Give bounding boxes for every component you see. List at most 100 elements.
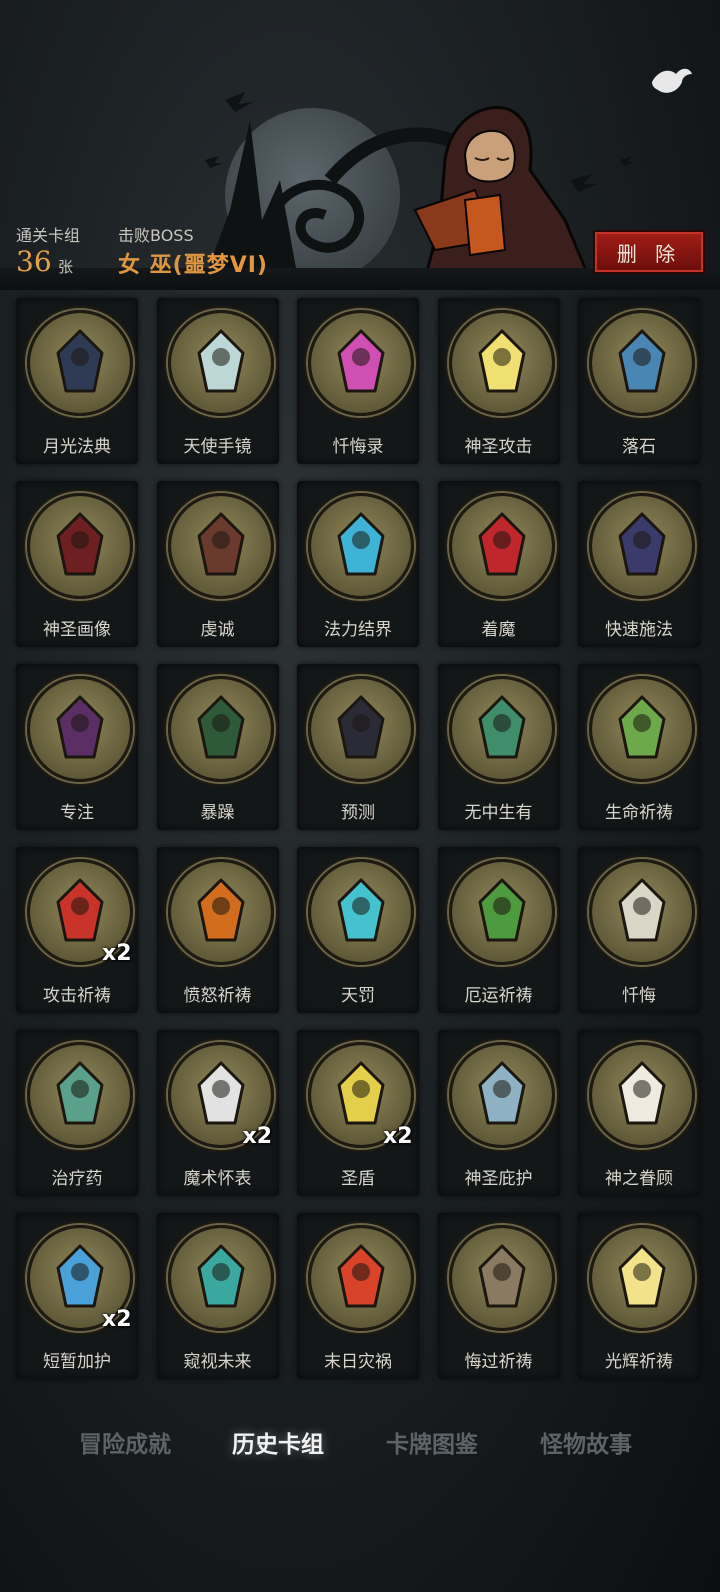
card-art-icon	[308, 859, 414, 965]
card-tile[interactable]: 末日灾祸	[297, 1213, 419, 1379]
card-name: 天使手镜	[183, 437, 252, 457]
card-name: 忏悔	[622, 986, 656, 1006]
card-tile[interactable]: 法力结界	[297, 481, 419, 647]
card-art-icon	[589, 1042, 695, 1148]
card-name: 法力结界	[324, 620, 392, 640]
cleared-deck-label: 通关卡组	[16, 226, 81, 245]
card-art-icon	[27, 1042, 133, 1148]
boss-name: 女 巫(噩梦VI)	[118, 253, 268, 278]
card-art-icon	[167, 859, 274, 965]
card-tile[interactable]: 落石	[578, 298, 700, 464]
card-name: 生命祈祷	[605, 803, 673, 823]
card-tile[interactable]: 生命祈祷	[578, 664, 700, 830]
card-name: 光辉祈祷	[605, 1352, 673, 1372]
card-art-icon	[589, 859, 695, 965]
card-tile[interactable]: 神之眷顾	[578, 1030, 700, 1196]
card-multiplier-badge: x2	[102, 941, 132, 966]
card-tile[interactable]: 窥视未来	[156, 1213, 279, 1379]
card-name: 无中生有	[464, 803, 533, 823]
card-tile[interactable]: 光辉祈祷	[578, 1213, 700, 1379]
card-art-icon	[167, 493, 274, 599]
card-name: 愤怒祈祷	[183, 986, 252, 1006]
card-name: 落石	[622, 437, 656, 457]
card-tile[interactable]: 神圣画像	[16, 481, 138, 647]
tab-adventure-achievements[interactable]: 冒险成就	[55, 1425, 195, 1459]
card-art-icon	[448, 493, 555, 599]
card-name: 圣盾	[341, 1169, 375, 1189]
card-tile[interactable]: 神圣庇护	[437, 1030, 560, 1196]
card-art-icon	[589, 1225, 695, 1331]
card-tile[interactable]: 忏悔录	[297, 298, 419, 464]
card-art-icon	[167, 1225, 274, 1331]
witch-boss-portrait	[413, 105, 593, 282]
card-name: 快速施法	[605, 620, 673, 640]
card-tile[interactable]: 月光法典	[16, 298, 138, 464]
dove-icon[interactable]	[648, 60, 694, 100]
tab-card-codex[interactable]: 卡牌图鉴	[362, 1425, 502, 1459]
card-tile[interactable]: 愤怒祈祷	[156, 847, 279, 1013]
card-name: 着魔	[481, 620, 516, 640]
card-name: 窥视未来	[183, 1352, 252, 1372]
card-art-icon	[167, 310, 274, 416]
card-art-icon	[448, 676, 555, 782]
card-name: 短暂加护	[43, 1352, 111, 1372]
card-tile[interactable]: 无中生有	[437, 664, 560, 830]
tab-history-deck[interactable]: 历史卡组	[208, 1425, 348, 1459]
card-art-icon	[448, 859, 555, 965]
header-banner: 通关卡组 36 张 击败BOSS 女 巫(噩梦VI) 删 除	[0, 0, 720, 290]
card-tile[interactable]: 天使手镜	[156, 298, 279, 464]
card-art-icon	[448, 1225, 555, 1331]
delete-button[interactable]: 删 除	[595, 232, 703, 272]
bottom-tab-bar: 冒险成就 历史卡组 卡牌图鉴 怪物故事	[0, 1425, 720, 1465]
card-tile[interactable]: 忏悔	[578, 847, 700, 1013]
card-name: 神圣攻击	[464, 437, 533, 457]
card-tile[interactable]: 虔诚	[156, 481, 279, 647]
card-count-unit: 张	[58, 258, 74, 276]
card-name: 神圣画像	[43, 620, 111, 640]
card-art-icon	[448, 1042, 555, 1148]
card-tile[interactable]: 天罚	[297, 847, 419, 1013]
card-art-icon	[27, 493, 133, 599]
card-name: 忏悔录	[332, 437, 384, 457]
boss-defeated-label: 击败BOSS	[118, 226, 194, 245]
card-name: 天罚	[341, 986, 375, 1006]
card-tile[interactable]: x2 短暂加护	[16, 1213, 138, 1379]
card-art-icon	[27, 676, 133, 782]
card-art-icon	[589, 310, 695, 416]
card-name: 预测	[341, 803, 375, 823]
card-tile[interactable]: 专注	[16, 664, 138, 830]
card-art-icon	[589, 493, 695, 599]
card-name: 末日灾祸	[324, 1352, 392, 1372]
card-name: 厄运祈祷	[464, 986, 533, 1006]
card-tile[interactable]: x2 攻击祈祷	[16, 847, 138, 1013]
card-name: 月光法典	[43, 437, 111, 457]
card-name: 悔过祈祷	[464, 1352, 533, 1372]
card-name: 魔术怀表	[183, 1169, 252, 1189]
card-tile[interactable]: 厄运祈祷	[437, 847, 560, 1013]
card-tile[interactable]: 快速施法	[578, 481, 700, 647]
card-tile[interactable]: 神圣攻击	[437, 298, 560, 464]
card-name: 专注	[60, 803, 94, 823]
card-art-icon	[308, 676, 414, 782]
tab-monster-stories[interactable]: 怪物故事	[516, 1425, 656, 1459]
card-art-icon	[167, 676, 274, 782]
card-name: 暴躁	[200, 803, 235, 823]
card-name: 神圣庇护	[464, 1169, 533, 1189]
card-name: 神之眷顾	[605, 1169, 673, 1189]
card-art-icon	[308, 493, 414, 599]
card-tile[interactable]: x2 魔术怀表	[156, 1030, 279, 1196]
card-art-icon	[308, 310, 414, 416]
card-tile[interactable]: x2 圣盾	[297, 1030, 419, 1196]
card-count: 36	[16, 245, 52, 278]
card-multiplier-badge: x2	[383, 1124, 413, 1149]
card-tile[interactable]: 预测	[297, 664, 419, 830]
card-name: 治疗药	[51, 1169, 103, 1189]
card-tile[interactable]: 治疗药	[16, 1030, 138, 1196]
card-name: 攻击祈祷	[43, 986, 111, 1006]
card-multiplier-badge: x2	[242, 1124, 273, 1149]
card-tile[interactable]: 着魔	[437, 481, 560, 647]
card-tile[interactable]: 暴躁	[156, 664, 279, 830]
card-multiplier-badge: x2	[102, 1307, 132, 1332]
card-art-icon	[448, 310, 555, 416]
card-tile[interactable]: 悔过祈祷	[437, 1213, 560, 1379]
